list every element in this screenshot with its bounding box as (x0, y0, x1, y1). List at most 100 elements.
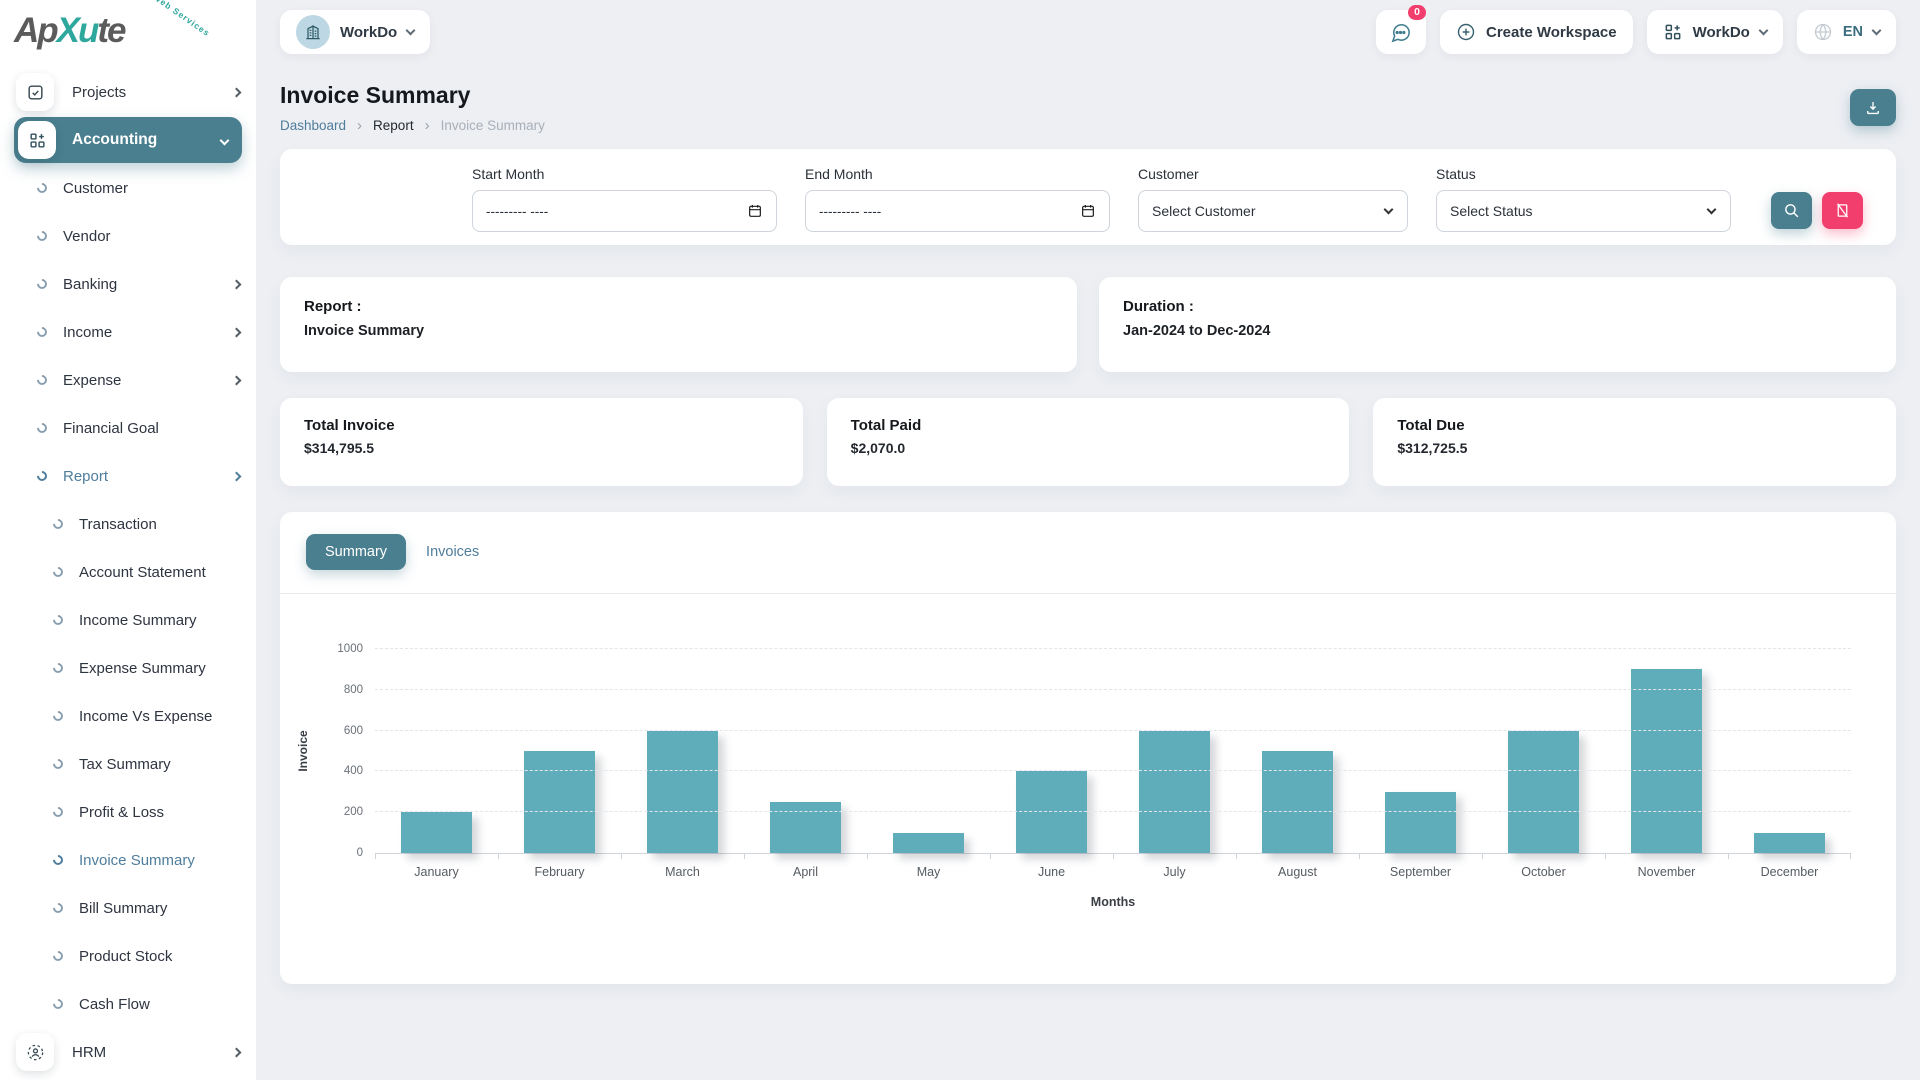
sidebar-item-expense-summary[interactable]: Expense Summary (0, 644, 256, 692)
reset-filter-button[interactable] (1822, 192, 1863, 229)
x-axis-label-march: March (621, 865, 744, 879)
duration-info-label: Duration : (1123, 298, 1872, 315)
sidebar-item-projects[interactable]: Projects (0, 68, 256, 116)
y-axis-tick: 800 (344, 684, 363, 696)
chevron-down-icon (1758, 26, 1768, 36)
tab-summary[interactable]: Summary (306, 534, 406, 570)
x-axis-label-august: August (1236, 865, 1359, 879)
bullet-icon (35, 181, 49, 195)
bullet-icon (35, 421, 49, 435)
chevron-down-icon (221, 131, 228, 149)
account-menu[interactable]: WorkDo (1647, 10, 1783, 54)
sidebar-item-label: Expense Summary (79, 660, 206, 677)
customer-field: Customer Select Customer (1138, 166, 1408, 232)
apply-filter-button[interactable] (1771, 192, 1812, 229)
report-info-card: Report : Invoice Summary (280, 277, 1077, 372)
bar-december (1754, 833, 1825, 853)
sidebar-item-report[interactable]: Report (0, 452, 256, 500)
sidebar-item-account-statement[interactable]: Account Statement (0, 548, 256, 596)
bar-july (1139, 731, 1210, 853)
logo-text: Ap (14, 11, 57, 50)
sidebar-item-label: Income (63, 324, 112, 341)
x-axis-label-september: September (1359, 865, 1482, 879)
grid-plus-icon (1663, 22, 1683, 42)
gridline (375, 730, 1851, 731)
bar-september (1385, 792, 1456, 853)
bar-cell-april (744, 649, 867, 853)
start-month-input[interactable]: --------- ---- (472, 190, 777, 232)
gridline (375, 811, 1851, 812)
sidebar-item-tax-summary[interactable]: Tax Summary (0, 740, 256, 788)
duration-info-value: Jan-2024 to Dec-2024 (1123, 323, 1872, 339)
y-axis-tick: 1000 (337, 643, 363, 655)
status-select[interactable]: Select Status (1436, 190, 1731, 232)
chevron-right-icon (233, 83, 240, 101)
sidebar-item-income-vs-expense[interactable]: Income Vs Expense (0, 692, 256, 740)
breadcrumb-separator: › (357, 118, 362, 133)
sidebar-item-vendor[interactable]: Vendor (0, 212, 256, 260)
breadcrumb-dashboard[interactable]: Dashboard (280, 118, 346, 133)
x-axis-label-july: July (1113, 865, 1236, 879)
sidebar-item-label: Customer (63, 180, 128, 197)
x-axis-label-may: May (867, 865, 990, 879)
sidebar-item-banking[interactable]: Banking (0, 260, 256, 308)
sidebar-item-bill-summary[interactable]: Bill Summary (0, 884, 256, 932)
sidebar-item-transaction[interactable]: Transaction (0, 500, 256, 548)
sidebar-item-product-stock[interactable]: Product Stock (0, 932, 256, 980)
total-due-card: Total Due $312,725.5 (1373, 398, 1896, 486)
sidebar-item-label: Accounting (72, 131, 157, 149)
chevron-right-icon (233, 1043, 240, 1061)
tab-invoices[interactable]: Invoices (420, 534, 485, 570)
sidebar-item-label: Income Vs Expense (79, 708, 212, 725)
clear-filter-icon (1834, 202, 1851, 219)
breadcrumb-report[interactable]: Report (373, 118, 414, 133)
x-axis-label-june: June (990, 865, 1113, 879)
bullet-icon (35, 469, 49, 483)
sidebar-item-financial-goal[interactable]: Financial Goal (0, 404, 256, 452)
end-month-field: End Month --------- ---- (805, 166, 1110, 232)
duration-info-card: Duration : Jan-2024 to Dec-2024 (1099, 277, 1896, 372)
customer-select[interactable]: Select Customer (1138, 190, 1408, 232)
messages-button[interactable]: 0 (1376, 10, 1426, 54)
sidebar-item-profit-loss[interactable]: Profit & Loss (0, 788, 256, 836)
chevron-down-icon (1707, 205, 1717, 215)
sidebar-item-income[interactable]: Income (0, 308, 256, 356)
bar-november (1631, 669, 1702, 853)
language-selector[interactable]: EN (1797, 10, 1896, 54)
breadcrumb-current: Invoice Summary (441, 118, 545, 133)
info-row: Report : Invoice Summary Duration : Jan-… (280, 277, 1896, 372)
x-axis-label-october: October (1482, 865, 1605, 879)
sidebar-item-income-summary[interactable]: Income Summary (0, 596, 256, 644)
breadcrumb: Dashboard › Report › Invoice Summary (280, 118, 545, 133)
chart-x-labels: JanuaryFebruaryMarchAprilMayJuneJulyAugu… (375, 865, 1851, 879)
sidebar-item-cash-flow[interactable]: Cash Flow (0, 980, 256, 1028)
sidebar-item-label: Product Stock (79, 948, 172, 965)
bar-cell-february (498, 649, 621, 853)
page-header: Invoice Summary Dashboard › Report › Inv… (280, 82, 1896, 133)
create-workspace-button[interactable]: Create Workspace (1440, 10, 1633, 54)
logo-tagline: Web Services (151, 0, 212, 39)
topbar-right: 0 Create Workspace WorkDo EN (1376, 10, 1896, 54)
customer-label: Customer (1138, 166, 1408, 182)
sidebar-item-expense[interactable]: Expense (0, 356, 256, 404)
sidebar-item-customer[interactable]: Customer (0, 164, 256, 212)
bullet-icon (51, 805, 65, 819)
sidebar-item-accounting[interactable]: Accounting (14, 117, 242, 163)
sidebar-item-hrm[interactable]: HRM (0, 1028, 256, 1076)
bar-february (524, 751, 595, 853)
bar-cell-october (1482, 649, 1605, 853)
sidebar-item-invoice-summary[interactable]: Invoice Summary (0, 836, 256, 884)
sidebar: ApXute Web Services ProjectsAccountingCu… (0, 0, 256, 1080)
bullet-icon (35, 373, 49, 387)
sidebar-menu: Projects Accounting Customer VendorBanking I… (0, 62, 256, 1076)
breadcrumb-separator: › (425, 118, 430, 133)
bullet-icon (51, 997, 65, 1011)
bullet-icon (35, 325, 49, 339)
total-paid-value: $2,070.0 (851, 440, 1326, 456)
workspace-selector[interactable]: WorkDo (280, 10, 430, 54)
download-button[interactable] (1850, 89, 1896, 126)
bar-august (1262, 751, 1333, 853)
bar-cell-june (990, 649, 1113, 853)
sidebar-item-label: Tax Summary (79, 756, 171, 773)
end-month-input[interactable]: --------- ---- (805, 190, 1110, 232)
